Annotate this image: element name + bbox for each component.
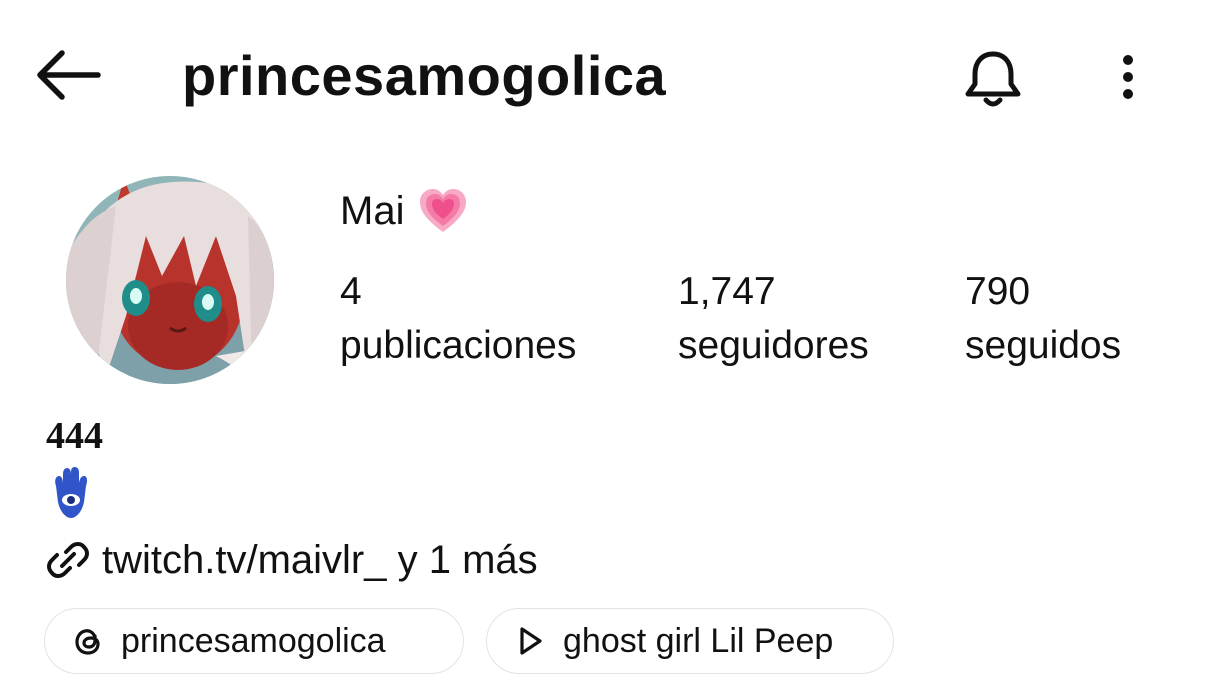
notifications-button[interactable] [958,44,1028,114]
profile-screen: princesamogolica Mai 4 publicaciones 1,7… [0,0,1220,696]
followers-label: seguidores [678,324,869,367]
following-label: seguidos [965,324,1122,367]
threads-chip[interactable]: princesamogolica [44,608,464,674]
hamsa-icon [55,467,88,518]
threads-icon [75,629,100,655]
avatar-image [66,176,274,384]
followers-count: 1,747 [678,270,776,313]
growing-heart-icon [420,189,467,232]
profile-avatar[interactable] [66,176,274,384]
following-stat[interactable]: 790 seguidos [965,268,1121,376]
link-icon [47,542,89,578]
music-chip[interactable]: ghost girl Lil Peep [486,608,894,674]
posts-label: publicaciones [340,324,577,367]
profile-username-title: princesamogolica [182,44,667,107]
posts-count: 4 [340,270,362,313]
back-button[interactable] [30,45,106,105]
bio-line: 444 [46,415,103,457]
external-link[interactable]: twitch.tv/maivlr_ y 1 más [46,534,538,586]
more-options-button[interactable] [1108,48,1148,108]
followers-stat[interactable]: 1,747 seguidores [678,268,869,376]
arrow-left-icon [37,50,101,100]
play-icon [520,627,542,655]
display-name: Mai [340,186,468,236]
posts-stat[interactable]: 4 publicaciones [340,268,576,376]
more-vertical-icon [1123,55,1133,99]
display-name-text: Mai [340,189,405,233]
bell-icon [965,51,1021,107]
link-text: twitch.tv/maivlr_ y 1 más [102,538,538,582]
music-chip-label: ghost girl Lil Peep [563,622,834,660]
threads-chip-label: princesamogolica [121,622,386,660]
following-count: 790 [965,270,1031,313]
